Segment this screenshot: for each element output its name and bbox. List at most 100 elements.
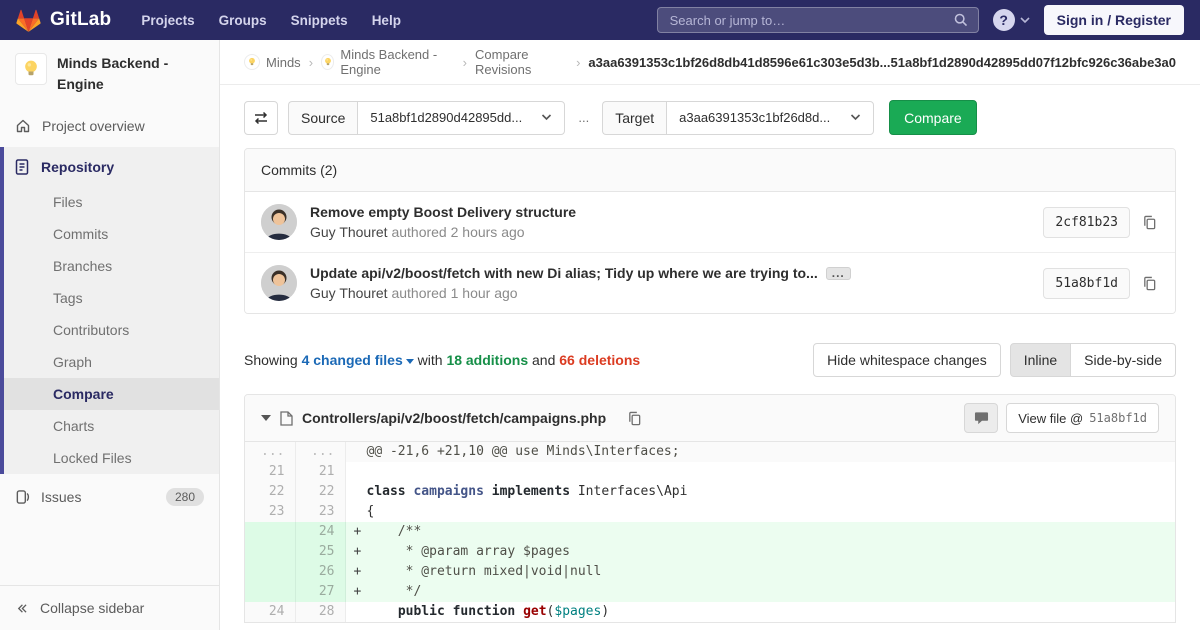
new-line-number[interactable]: 27 bbox=[295, 582, 346, 602]
view-file-button[interactable]: View file @ 51a8bf1d bbox=[1006, 403, 1159, 433]
main-content: Minds › Minds Backend - Engine › Compare Re… bbox=[220, 40, 1200, 630]
new-line-number[interactable]: 25 bbox=[295, 542, 346, 562]
commits-panel: Commits (2) Remove empty Boost Delivery … bbox=[244, 148, 1176, 314]
target-ref-dropdown[interactable]: a3aa6391353c1bf26d8d... bbox=[666, 100, 875, 135]
code-token: get bbox=[523, 604, 547, 619]
sidebar-item-contributors[interactable]: Contributors bbox=[4, 314, 219, 346]
collapse-sidebar-button[interactable]: Collapse sidebar bbox=[0, 585, 219, 630]
breadcrumb-item[interactable]: Minds Backend - Engine bbox=[321, 47, 455, 77]
new-line-number[interactable]: 23 bbox=[295, 502, 346, 522]
nav-link-help[interactable]: Help bbox=[360, 13, 413, 28]
commits-header: Commits (2) bbox=[245, 149, 1175, 192]
code-token: @@ -21,6 +21,10 @@ use Minds\Interfaces; bbox=[366, 444, 680, 459]
code-token: implements bbox=[491, 484, 571, 499]
compare-separator: ... bbox=[578, 110, 590, 125]
sidebar-item-locked-files[interactable]: Locked Files bbox=[4, 442, 219, 474]
gitlab-logo[interactable]: GitLab bbox=[16, 8, 111, 33]
changed-files-dropdown[interactable]: 4 changed files bbox=[302, 352, 414, 368]
diff-line-sign: + bbox=[353, 544, 362, 559]
new-line-number[interactable]: 28 bbox=[295, 602, 346, 622]
view-file-label: View file @ bbox=[1018, 410, 1084, 426]
search-input[interactable] bbox=[667, 11, 954, 29]
help-menu[interactable]: ? bbox=[992, 9, 1030, 31]
sidebar-item-graph[interactable]: Graph bbox=[4, 346, 219, 378]
swap-revisions-button[interactable] bbox=[244, 100, 278, 135]
inline-view-button[interactable]: Inline bbox=[1009, 343, 1072, 377]
commit-author-link[interactable]: Guy Thouret bbox=[310, 224, 388, 240]
old-line-number[interactable] bbox=[245, 522, 296, 542]
commit-sha-link[interactable]: 51a8bf1d bbox=[1043, 267, 1130, 299]
home-icon bbox=[16, 119, 30, 133]
commit-row: Remove empty Boost Delivery structure Guy… bbox=[245, 192, 1175, 253]
commit-title-link[interactable]: Update api/v2/boost/fetch with new Di al… bbox=[310, 265, 818, 281]
side-by-side-view-button[interactable]: Side-by-side bbox=[1071, 343, 1176, 377]
old-line-number[interactable]: 24 bbox=[245, 602, 296, 622]
lightbulb-icon bbox=[324, 57, 331, 66]
copy-sha-button[interactable] bbox=[1140, 213, 1159, 232]
old-line-number[interactable] bbox=[245, 542, 296, 562]
commit-row: Update api/v2/boost/fetch with new Di al… bbox=[245, 253, 1175, 313]
sidebar-item-charts[interactable]: Charts bbox=[4, 410, 219, 442]
code-token: */ bbox=[366, 584, 422, 599]
nav-link-groups[interactable]: Groups bbox=[207, 13, 279, 28]
project-header[interactable]: Minds Backend - Engine bbox=[0, 40, 219, 105]
brand-text: GitLab bbox=[50, 9, 112, 30]
old-line-number[interactable]: ... bbox=[245, 442, 296, 462]
sidebar-item-tags[interactable]: Tags bbox=[4, 282, 219, 314]
commit-title-link[interactable]: Remove empty Boost Delivery structure bbox=[310, 204, 576, 220]
old-line-number[interactable]: 22 bbox=[245, 482, 296, 502]
sidebar-item-commits[interactable]: Commits bbox=[4, 218, 219, 250]
collapse-sidebar-label: Collapse sidebar bbox=[40, 600, 145, 616]
toggle-comments-button[interactable] bbox=[964, 403, 999, 433]
breadcrumb-item[interactable]: Minds bbox=[244, 54, 301, 70]
diff-line-code: + /** bbox=[345, 522, 1175, 542]
user-photo bbox=[261, 204, 297, 240]
breadcrumb-item[interactable]: Compare Revisions bbox=[475, 47, 568, 77]
commit-author-link[interactable]: Guy Thouret bbox=[310, 285, 388, 301]
new-line-number[interactable]: ... bbox=[295, 442, 346, 462]
nav-link-projects[interactable]: Projects bbox=[129, 13, 206, 28]
source-ref-dropdown[interactable]: 51a8bf1d2890d42895dd... bbox=[357, 100, 566, 135]
sidebar-item-files[interactable]: Files bbox=[4, 186, 219, 218]
deletions-count: 66 deletions bbox=[559, 352, 641, 368]
new-line-number[interactable]: 22 bbox=[295, 482, 346, 502]
compare-button[interactable]: Compare bbox=[889, 100, 977, 135]
new-line-number[interactable]: 26 bbox=[295, 562, 346, 582]
old-line-number[interactable]: 23 bbox=[245, 502, 296, 522]
hide-whitespace-button[interactable]: Hide whitespace changes bbox=[813, 343, 1001, 377]
diff-mode-toggle: Inline Side-by-side bbox=[1009, 343, 1176, 377]
copy-sha-button[interactable] bbox=[1140, 274, 1159, 293]
avatar bbox=[261, 204, 297, 240]
commit-sha-link[interactable]: 2cf81b23 bbox=[1043, 206, 1130, 238]
sidebar-item-project-overview[interactable]: Project overview bbox=[0, 105, 219, 147]
copy-file-path-button[interactable] bbox=[625, 409, 644, 428]
old-line-number[interactable] bbox=[245, 582, 296, 602]
file-path[interactable]: Controllers/api/v2/boost/fetch/campaigns… bbox=[302, 410, 606, 426]
code-token: /** bbox=[366, 524, 422, 539]
sidebar-item-issues[interactable]: Issues 280 bbox=[0, 474, 219, 520]
sign-in-register-button[interactable]: Sign in / Register bbox=[1043, 5, 1184, 35]
global-search[interactable] bbox=[656, 7, 979, 33]
file-icon bbox=[280, 410, 293, 426]
file-actions: View file @ 51a8bf1d bbox=[964, 403, 1159, 433]
old-line-number[interactable] bbox=[245, 562, 296, 582]
sidebar-item-compare[interactable]: Compare bbox=[4, 378, 219, 410]
copy-icon bbox=[1144, 215, 1156, 229]
sidebar-item-repository[interactable]: Repository bbox=[4, 147, 219, 186]
diff-line: 21 21 bbox=[245, 462, 1175, 482]
sidebar-item-branches[interactable]: Branches bbox=[4, 250, 219, 282]
collapse-file-caret[interactable] bbox=[261, 415, 271, 421]
commit-description-toggle[interactable]: ... bbox=[825, 266, 851, 280]
old-line-number[interactable]: 21 bbox=[245, 462, 296, 482]
breadcrumb: Minds › Minds Backend - Engine › Compare Re… bbox=[220, 40, 1200, 85]
new-line-number[interactable]: 24 bbox=[295, 522, 346, 542]
new-line-number[interactable]: 21 bbox=[295, 462, 346, 482]
breadcrumb-separator: › bbox=[462, 54, 468, 70]
commit-title-row: Remove empty Boost Delivery structure bbox=[310, 204, 1031, 220]
diff-line-sign: + bbox=[353, 584, 362, 599]
diff-stats: Showing 4 changed files with 18 addition… bbox=[244, 352, 640, 368]
source-group: Source 51a8bf1d2890d42895dd... bbox=[288, 100, 566, 135]
diff-line: 27 + */ bbox=[245, 582, 1175, 602]
tanuki-icon bbox=[16, 9, 41, 32]
nav-link-snippets[interactable]: Snippets bbox=[279, 13, 360, 28]
